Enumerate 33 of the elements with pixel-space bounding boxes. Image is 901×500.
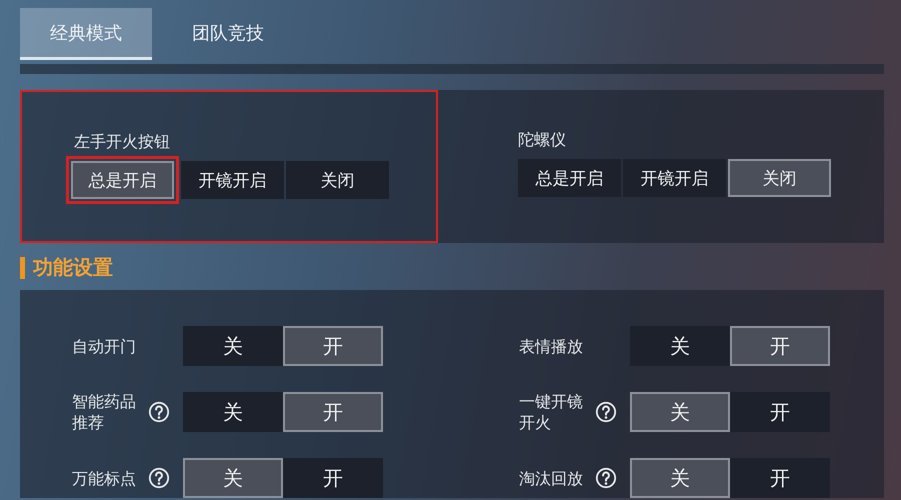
setting-label: 万能标点 xyxy=(72,468,137,488)
toggle-option[interactable]: 开 xyxy=(730,326,830,366)
setting-label: 智能药品推荐 xyxy=(72,391,137,433)
option-button[interactable]: 关闭 xyxy=(728,159,831,197)
toggle-option[interactable]: 开 xyxy=(283,458,383,498)
setting-label: 陀螺仪 xyxy=(518,130,567,151)
toggle-option[interactable]: 关 xyxy=(630,392,730,432)
option-button[interactable]: 关闭 xyxy=(286,161,389,199)
toggle-option[interactable]: 开 xyxy=(730,458,830,498)
toggle-option[interactable]: 关 xyxy=(183,458,283,498)
toggle-option[interactable]: 开 xyxy=(283,326,383,366)
option-button[interactable]: 总是开启 xyxy=(518,159,621,197)
help-icon[interactable] xyxy=(148,401,170,423)
help-icon[interactable] xyxy=(595,401,617,423)
accent-bar xyxy=(20,256,25,278)
option-button[interactable]: 开镜开启 xyxy=(181,161,284,199)
toggle-option[interactable]: 关 xyxy=(183,326,283,366)
toggle-option[interactable]: 开 xyxy=(730,392,830,432)
toggle-option[interactable]: 关 xyxy=(630,326,730,366)
section-title: 功能设置 xyxy=(33,254,113,281)
help-icon[interactable] xyxy=(595,467,617,489)
help-icon[interactable] xyxy=(148,467,170,489)
option-button[interactable]: 总是开启 xyxy=(71,161,174,199)
setting-label: 表情播放 xyxy=(519,336,584,356)
setting-label: 自动开门 xyxy=(72,336,137,356)
toggle-option[interactable]: 开 xyxy=(283,392,383,432)
setting-label: 淘汰回放 xyxy=(519,468,584,488)
setting-label: 一键开镜开火 xyxy=(519,391,584,433)
toggle-option[interactable]: 关 xyxy=(183,392,283,432)
option-button[interactable]: 开镜开启 xyxy=(623,159,726,197)
toggle-option[interactable]: 关 xyxy=(630,458,730,498)
tab[interactable]: 团队竞技 xyxy=(162,8,294,60)
setting-label: 左手开火按钮 xyxy=(74,132,171,153)
